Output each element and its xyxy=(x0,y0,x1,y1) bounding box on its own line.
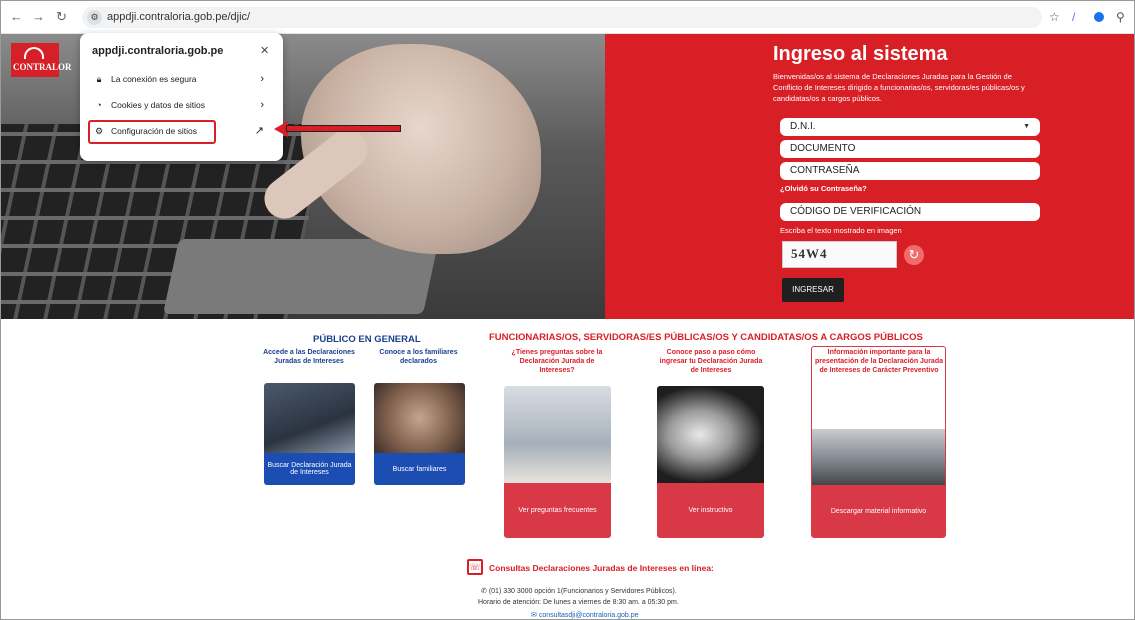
card-photo xyxy=(657,386,764,483)
login-title: Ingreso al sistema xyxy=(773,43,948,65)
email-line[interactable]: ✉ consultasdji@contraloria.gob.pe xyxy=(531,611,639,619)
card-heading: Conoce a los familiares declarados xyxy=(379,349,458,365)
refresh-captcha-icon[interactable]: ↻ xyxy=(904,245,924,265)
document-type-select[interactable]: D.N.I. ▼ xyxy=(780,118,1040,136)
phone-line: ✆ (01) 330 3000 opción 1(Funcionarios y … xyxy=(481,588,677,595)
footer-title: Consultas Declaraciones Juradas de Inter… xyxy=(489,563,714,573)
annotation-arrow xyxy=(286,125,401,132)
browser-toolbar: ← → ↻ ⚙ appdji.contraloria.gob.pe/djic/ … xyxy=(1,1,1134,34)
profile-icon[interactable] xyxy=(1094,12,1104,22)
captcha-image: 54W4 xyxy=(782,241,897,268)
phone-icon: ✆ xyxy=(481,588,487,595)
cookies-item[interactable]: ◔ Cookies y datos de sitios › xyxy=(92,95,272,115)
card-caption: Descargar material informativo xyxy=(812,485,945,537)
captcha-hint: Escriba el texto mostrado en imagen xyxy=(780,226,902,235)
site-info-icon[interactable]: ⚙ xyxy=(87,10,102,25)
chevron-right-icon: › xyxy=(260,99,264,111)
instructions-card[interactable]: Ver instructivo xyxy=(657,386,764,538)
password-input[interactable]: CONTRASEÑA xyxy=(780,162,1040,180)
officials-section-title: FUNCIONARIAS/OS, SERVIDORAS/ES PÚBLICAS/… xyxy=(489,332,923,343)
forward-icon[interactable]: → xyxy=(32,9,45,25)
search-declaration-card[interactable]: Buscar Declaración Jurada de Intereses xyxy=(264,383,355,485)
card-caption: Ver instructivo xyxy=(657,483,764,538)
logo-emblem-icon xyxy=(24,47,44,59)
login-panel: Ingreso al sistema Bienvenidas/os al sis… xyxy=(605,34,1134,319)
faq-card[interactable]: Ver preguntas frecuentes xyxy=(504,386,611,538)
card-photo xyxy=(812,429,945,487)
search-relatives-card[interactable]: Buscar familiares xyxy=(374,383,465,485)
pen-icon[interactable]: / xyxy=(1072,9,1075,25)
extensions-icon[interactable]: ⚲ xyxy=(1116,9,1125,25)
login-description: Bienvenidas/os al sistema de Declaracion… xyxy=(773,72,1025,103)
login-button[interactable]: INGRESAR xyxy=(782,278,844,302)
cookie-icon: ◔ xyxy=(96,100,102,110)
connection-secure-item[interactable]: 🔒︎ La conexión es segura › xyxy=(92,69,272,89)
chevron-right-icon: › xyxy=(260,73,264,85)
public-section-title: PÚBLICO EN GENERAL xyxy=(313,334,421,345)
card-heading: Accede a las Declaraciones Juradas de In… xyxy=(263,349,355,365)
hours-line: Horario de atención: De lunes a viernes … xyxy=(478,599,679,606)
info-material-card[interactable]: Descargar material informativo xyxy=(811,346,946,538)
browser-window: ← → ↻ ⚙ appdji.contraloria.gob.pe/djic/ … xyxy=(0,0,1135,620)
chevron-down-icon: ▼ xyxy=(1023,123,1030,130)
card-photo xyxy=(264,383,355,453)
card-heading: Conoce paso a paso cómo ingresar tu Decl… xyxy=(659,349,763,374)
close-icon[interactable]: ✕ xyxy=(260,44,269,57)
card-photo xyxy=(374,383,465,453)
address-bar[interactable]: ⚙ appdji.contraloria.gob.pe/djic/ xyxy=(82,7,1042,28)
forgot-password-link[interactable]: ¿Olvidó su Contraseña? xyxy=(780,184,867,193)
star-icon[interactable]: ☆ xyxy=(1049,9,1060,25)
card-heading: ¿Tienes preguntas sobre la Declaración J… xyxy=(511,349,603,374)
touchpad-graphic xyxy=(163,239,439,314)
highlight-box xyxy=(88,120,216,144)
url-text: appdji.contraloria.gob.pe/djic/ xyxy=(107,11,251,23)
card-caption: Buscar familiares xyxy=(374,453,465,485)
site-info-popup: appdji.contraloria.gob.pe ✕ 🔒︎ La conexi… xyxy=(80,33,283,161)
popup-domain: appdji.contraloria.gob.pe xyxy=(92,45,224,57)
back-icon[interactable]: ← xyxy=(10,9,23,25)
card-caption: Buscar Declaración Jurada de Intereses xyxy=(264,453,355,485)
card-photo xyxy=(504,386,611,483)
contact-icon: ☏ xyxy=(467,559,483,575)
reload-icon[interactable]: ↻ xyxy=(56,9,67,25)
document-input[interactable]: DOCUMENTO xyxy=(780,140,1040,158)
mail-icon: ✉ xyxy=(531,612,537,619)
lock-icon: 🔒︎ xyxy=(96,74,102,84)
card-caption: Ver preguntas frecuentes xyxy=(504,483,611,538)
contraloria-logo[interactable]: CONTRALOR xyxy=(11,43,72,77)
external-link-icon: ↗ xyxy=(254,125,264,137)
verification-code-input[interactable]: CÓDIGO DE VERIFICACIÓN xyxy=(780,203,1040,221)
